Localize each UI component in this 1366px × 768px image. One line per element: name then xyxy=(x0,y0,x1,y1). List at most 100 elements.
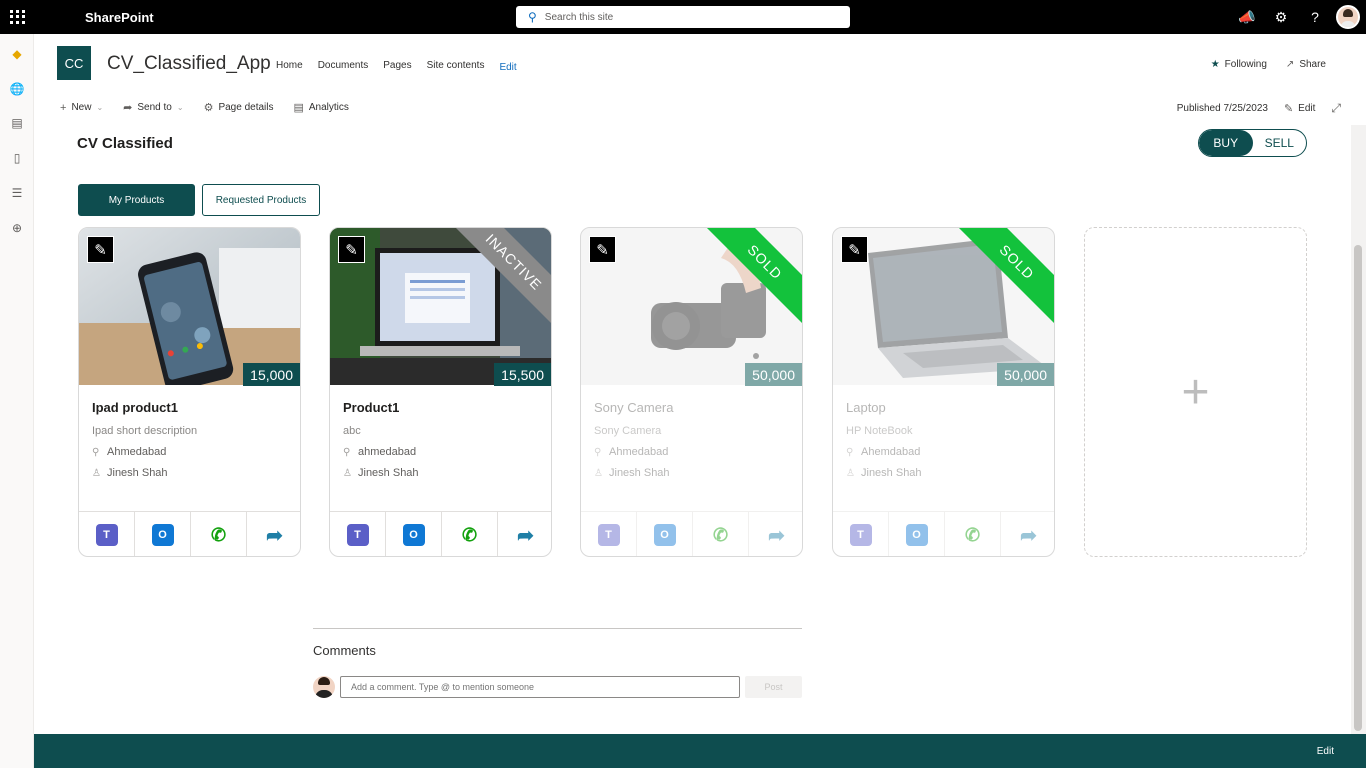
share-product-button[interactable]: ➦ xyxy=(749,512,802,556)
teams-chat-button[interactable]: T xyxy=(79,512,135,556)
share-button[interactable]: ↗ Share xyxy=(1286,59,1326,70)
comment-input[interactable] xyxy=(340,676,740,698)
person-icon: ♙ xyxy=(343,467,352,479)
nav-site-contents[interactable]: Site contents xyxy=(427,60,485,73)
tab-requested-products[interactable]: Requested Products xyxy=(202,184,320,216)
share-label: Share xyxy=(1299,59,1326,70)
send-to-label: Send to xyxy=(137,102,172,113)
new-button[interactable]: + New ⌄ xyxy=(60,101,103,114)
price-tag: 50,000 xyxy=(997,363,1054,386)
phone-icon: ✆ xyxy=(964,524,981,545)
product-card[interactable]: ✎ 15,000 Ipad product1 Ipad short descri… xyxy=(78,227,301,557)
page-title: CV Classified xyxy=(77,135,173,152)
nav-documents[interactable]: Documents xyxy=(318,60,369,73)
tab-my-products[interactable]: My Products xyxy=(78,184,195,216)
person-icon: ♙ xyxy=(594,467,603,479)
phone-icon: ✆ xyxy=(210,524,227,545)
outlook-mail-button[interactable]: O xyxy=(386,512,442,556)
scrollbar-thumb[interactable] xyxy=(1354,245,1362,731)
call-button[interactable]: ✆ xyxy=(693,512,749,556)
footer-edit-link[interactable]: Edit xyxy=(1317,746,1334,757)
edit-product-icon[interactable]: ✎ xyxy=(841,236,868,263)
command-bar-right: Published 7/25/2023 ✎ Edit ⤢ xyxy=(1177,101,1341,116)
analytics-button[interactable]: ▤ Analytics xyxy=(293,101,348,114)
share-arrow-icon: ➦ xyxy=(266,524,283,547)
help-icon[interactable]: ? xyxy=(1298,0,1332,34)
create-icon[interactable]: ⊕ xyxy=(9,220,25,236)
card-body: Laptop HP NoteBook ⚲ Ahemdabad ♙ Jinesh Sh… xyxy=(846,400,1046,488)
call-button[interactable]: ✆ xyxy=(191,512,247,556)
outlook-mail-button[interactable]: O xyxy=(889,512,945,556)
person-icon: ♙ xyxy=(846,467,855,479)
product-seller: Jinesh Shah xyxy=(861,467,922,479)
expand-icon[interactable]: ⤢ xyxy=(1331,101,1341,116)
card-actions: T O ✆ ➦ xyxy=(581,511,802,556)
teams-chat-button[interactable]: T xyxy=(330,512,386,556)
following-button[interactable]: ★ Following xyxy=(1211,59,1267,70)
phone-icon: ✆ xyxy=(461,524,478,545)
product-card[interactable]: SOLD ✎ 50,000 Sony Camera Sony Camera ⚲ A… xyxy=(580,227,803,557)
share-product-button[interactable]: ➦ xyxy=(498,512,551,556)
sell-option[interactable]: SELL xyxy=(1253,130,1307,156)
app-name[interactable]: SharePoint xyxy=(85,10,154,25)
product-name: Laptop xyxy=(846,400,886,415)
product-location: Ahemdabad xyxy=(861,446,921,458)
page-scrollbar[interactable] xyxy=(1351,125,1366,735)
location-pin-icon: ⚲ xyxy=(846,446,854,458)
product-card[interactable]: INACTIVE ✎ 15,500 Product1 abc ⚲ ahmedaba… xyxy=(329,227,552,557)
suite-actions: 📣 ⚙ ? xyxy=(1230,0,1366,34)
teams-chat-button[interactable]: T xyxy=(581,512,637,556)
file-icon[interactable]: ▯ xyxy=(9,150,25,166)
product-location: Ahmedabad xyxy=(107,446,167,458)
send-to-button[interactable]: ➦ Send to ⌄ xyxy=(123,101,183,114)
page-details-button[interactable]: ⚙ Page details xyxy=(204,101,274,114)
buy-option[interactable]: BUY xyxy=(1199,130,1253,156)
call-button[interactable]: ✆ xyxy=(945,512,1001,556)
outlook-mail-button[interactable]: O xyxy=(135,512,191,556)
user-avatar[interactable] xyxy=(1336,5,1360,29)
share-arrow-icon: ➦ xyxy=(1020,524,1037,547)
product-seller: Jinesh Shah xyxy=(107,467,168,479)
nav-pages[interactable]: Pages xyxy=(383,60,411,73)
outlook-mail-button[interactable]: O xyxy=(637,512,693,556)
share-product-button[interactable]: ➦ xyxy=(1001,512,1054,556)
edit-page-button[interactable]: ✎ Edit xyxy=(1284,102,1315,115)
edit-product-icon[interactable]: ✎ xyxy=(338,236,365,263)
page-details-label: Page details xyxy=(218,102,274,113)
following-label: Following xyxy=(1224,59,1267,70)
call-button[interactable]: ✆ xyxy=(442,512,498,556)
teams-chat-button[interactable]: T xyxy=(833,512,889,556)
post-comment-button[interactable]: Post xyxy=(745,676,802,698)
outlook-icon: O xyxy=(905,524,928,546)
news-icon[interactable]: ▤ xyxy=(9,115,25,131)
outlook-icon: O xyxy=(653,524,676,546)
edit-product-icon[interactable]: ✎ xyxy=(589,236,616,263)
plus-icon: + xyxy=(60,101,67,114)
command-bar: + New ⌄ ➦ Send to ⌄ ⚙ Page details ▤ Analytics xyxy=(60,101,349,115)
person-icon: ♙ xyxy=(92,467,101,479)
send-icon: ➦ xyxy=(123,102,133,114)
location-pin-icon: ⚲ xyxy=(343,446,351,458)
app-launcher-icon[interactable] xyxy=(8,8,26,26)
edit-product-icon[interactable]: ✎ xyxy=(87,236,114,263)
analytics-icon: ▤ xyxy=(293,102,304,114)
megaphone-icon[interactable]: 📣 xyxy=(1230,0,1264,34)
list-icon[interactable]: ☰ xyxy=(9,185,25,201)
add-plus-icon: + xyxy=(1181,365,1210,419)
nav-edit-link[interactable]: Edit xyxy=(499,62,516,73)
card-actions: T O ✆ ➦ xyxy=(833,511,1054,556)
search-box[interactable]: ⚲ Search this site xyxy=(516,6,850,28)
buy-sell-toggle[interactable]: BUY SELL xyxy=(1198,129,1307,157)
card-actions: T O ✆ ➦ xyxy=(79,511,300,556)
site-logo[interactable]: CC xyxy=(57,46,91,80)
settings-gear-icon[interactable]: ⚙ xyxy=(1264,0,1298,34)
add-product-card[interactable]: + xyxy=(1084,227,1307,557)
nav-home[interactable]: Home xyxy=(276,60,303,73)
product-card[interactable]: SOLD ✎ 50,000 Laptop HP NoteBook ⚲ Ahemda… xyxy=(832,227,1055,557)
site-title[interactable]: CV_Classified_App xyxy=(107,53,271,75)
sharepoint-home-icon[interactable]: ◆ xyxy=(9,46,25,62)
share-product-button[interactable]: ➦ xyxy=(247,512,300,556)
globe-icon[interactable]: 🌐 xyxy=(9,81,25,97)
share-icon: ↗ xyxy=(1285,59,1295,70)
product-seller: Jinesh Shah xyxy=(358,467,419,479)
